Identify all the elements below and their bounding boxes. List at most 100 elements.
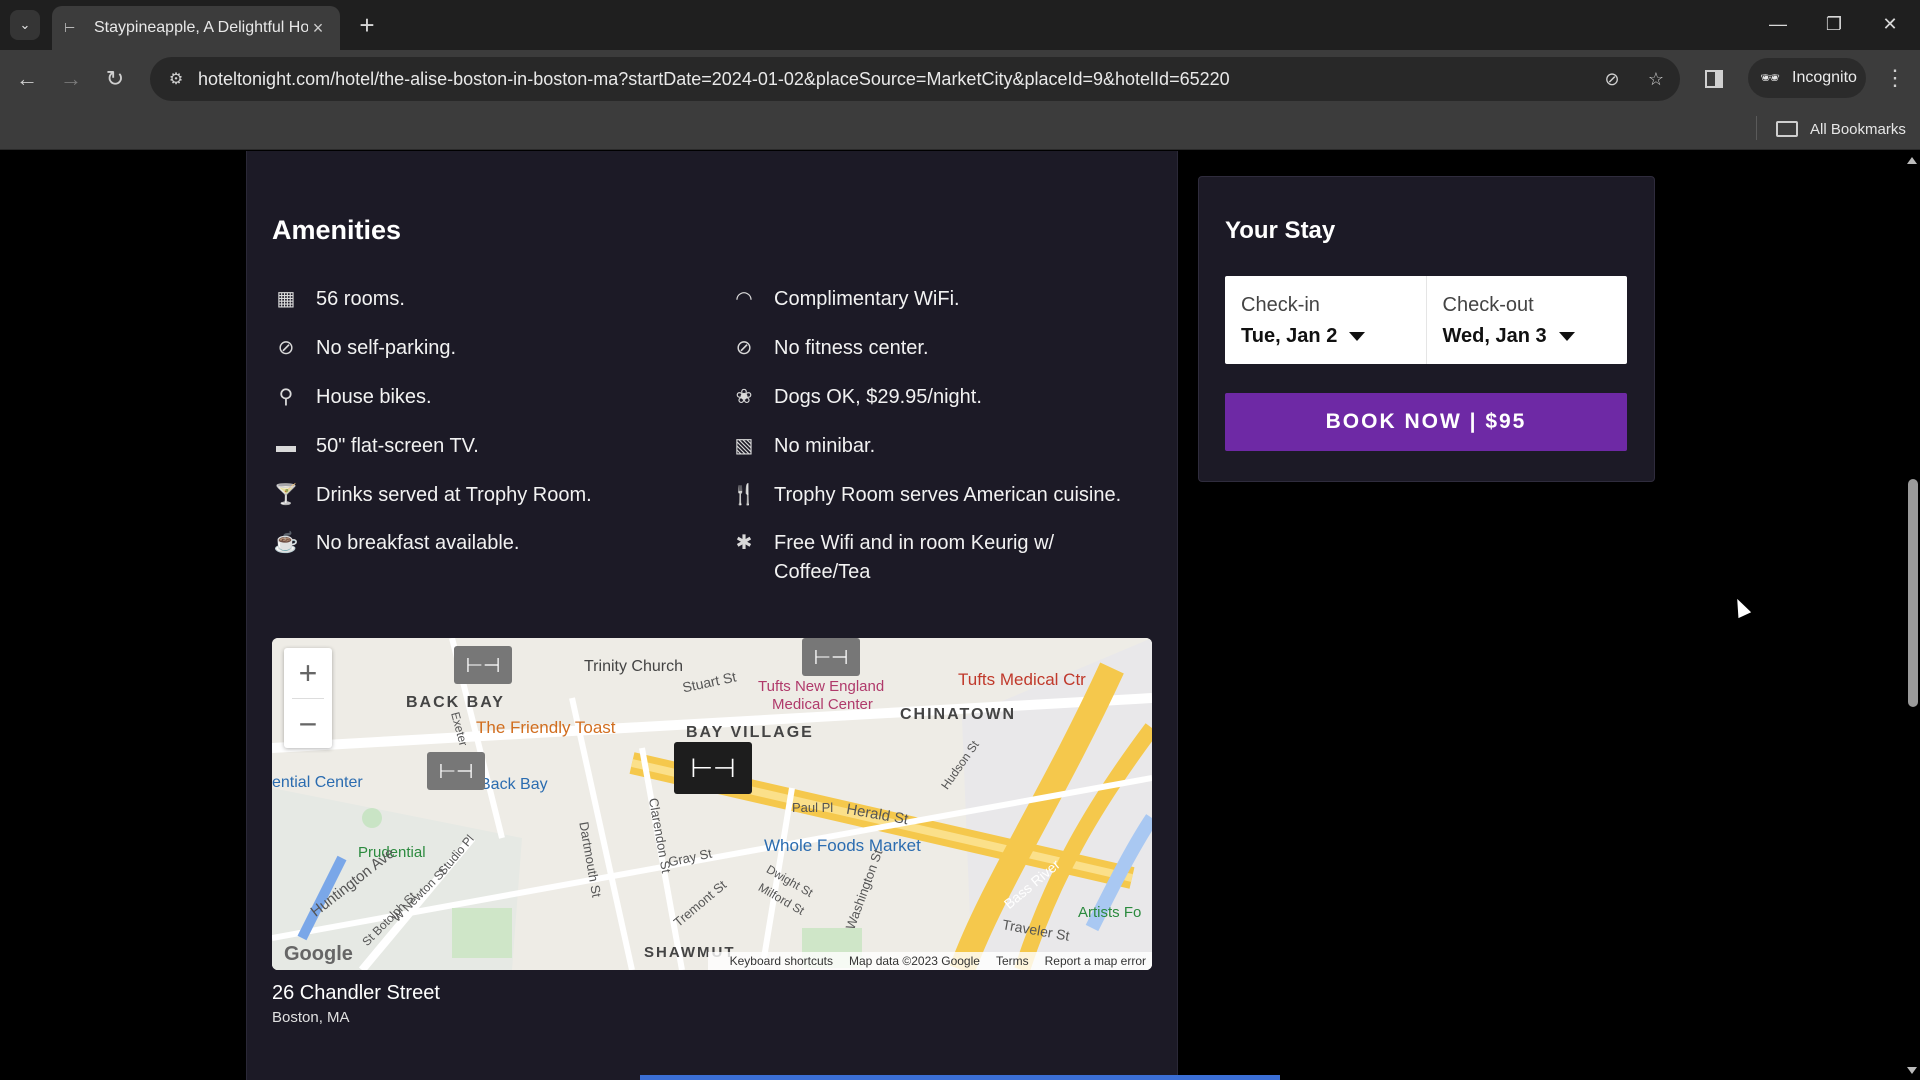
map-label: Artists Fo	[1078, 904, 1142, 921]
amenity-item: ⊘ No fitness center.	[730, 334, 929, 363]
bed-icon: ⊢⊣	[813, 646, 849, 669]
map-label: Medical Center	[772, 696, 873, 713]
terms-link[interactable]: Terms	[996, 954, 1029, 968]
caret-down-icon	[1558, 332, 1575, 341]
scroll-up-icon[interactable]	[1907, 157, 1917, 164]
hotel-pin[interactable]: ⊢⊣	[454, 646, 512, 684]
caret-down-icon	[1349, 332, 1366, 341]
amenity-item: ◠ Complimentary WiFi.	[730, 285, 959, 314]
bike-icon: ⚲	[278, 385, 294, 408]
amenity-item: ☕ No breakfast available.	[272, 529, 520, 558]
check-in-value: Tue, Jan 2	[1241, 325, 1338, 347]
incognito-label: Incognito	[1792, 69, 1857, 86]
close-window-icon[interactable]: ✕	[1864, 6, 1916, 42]
building-icon: ▦	[276, 287, 296, 310]
reload-icon: ↻	[105, 66, 125, 91]
no-parking-icon: ⊘	[277, 336, 295, 359]
your-stay-title: Your Stay	[1225, 217, 1336, 244]
amenity-item: ⚲ House bikes.	[272, 383, 432, 412]
selected-hotel-pin[interactable]: ⊢⊣	[674, 742, 752, 794]
no-breakfast-icon: ☕	[273, 531, 299, 554]
report-map-error-link[interactable]: Report a map error	[1045, 954, 1146, 968]
hotel-pin[interactable]: ⊢⊣	[802, 638, 860, 676]
scroll-down-icon[interactable]	[1907, 1067, 1917, 1074]
side-panel-icon[interactable]	[1697, 62, 1731, 96]
amenity-item: ✱ Free Wifi and in room Keurig w/ Coffee…	[730, 529, 1055, 587]
amenities-title: Amenities	[272, 215, 402, 245]
map-label: BACK BAY	[406, 694, 505, 711]
url-text[interactable]: hoteltonight.com/hotel/the-alise-boston-…	[198, 69, 1592, 90]
check-out-label: Check-out	[1442, 294, 1534, 316]
eye-off-icon[interactable]: ⊘	[1592, 59, 1632, 99]
browser-tab[interactable]: ⊢ Staypineapple, A Delightful Hot ×	[52, 6, 340, 50]
site-info-icon[interactable]: ⚙	[156, 59, 196, 99]
arrow-left-icon: ←	[16, 66, 38, 91]
amenity-item: ▦ 56 rooms.	[272, 285, 405, 314]
location-map[interactable]: + − Trinity Church BACK BAY Stuart St Tu…	[272, 638, 1152, 970]
map-label: ential Center	[272, 774, 363, 791]
close-tab-icon[interactable]: ×	[308, 18, 328, 38]
map-zoom-control: + −	[284, 648, 332, 748]
bookmarks-bar: All Bookmarks	[0, 108, 1920, 150]
address-bar[interactable]: ⚙ hoteltonight.com/hotel/the-alise-bosto…	[150, 57, 1680, 101]
divider	[1756, 116, 1757, 140]
map-footer: Keyboard shortcuts Map data ©2023 Google…	[707, 952, 1152, 970]
bed-icon: ⊢	[64, 20, 76, 35]
reload-button[interactable]: ↻	[98, 62, 132, 96]
check-in-selector[interactable]: Check-in Tue, Jan 2	[1225, 276, 1426, 364]
new-tab-button[interactable]: +	[352, 10, 382, 40]
tab-strip: ⌄ ⊢ Staypineapple, A Delightful Hot × + …	[0, 0, 1920, 50]
hotel-details-column: Amenities ▦ 56 rooms. ⊘ No self-parking.…	[246, 151, 1178, 1080]
tv-icon: ▬	[276, 434, 296, 457]
hotel-city: Boston, MA	[272, 1009, 350, 1026]
date-picker: Check-in Tue, Jan 2 Check-out Wed, Jan 3	[1225, 276, 1627, 364]
amenity-item: 🍴 Trophy Room serves American cuisine.	[730, 481, 1122, 510]
keyboard-shortcuts-link[interactable]: Keyboard shortcuts	[730, 954, 833, 968]
no-fitness-icon: ⊘	[735, 336, 753, 359]
utensils-icon: 🍴	[731, 483, 757, 506]
incognito-badge[interactable]: 🕶 Incognito	[1748, 58, 1866, 98]
all-bookmarks-label: All Bookmarks	[1810, 120, 1906, 138]
tab-title: Staypineapple, A Delightful Hot	[94, 19, 308, 36]
incognito-icon: 🕶	[1760, 70, 1781, 87]
map-label: Back Bay	[480, 776, 548, 793]
map-data-text: Map data ©2023 Google	[849, 954, 980, 968]
restore-icon[interactable]: ❐	[1808, 6, 1860, 42]
forward-button[interactable]: →	[54, 62, 88, 96]
bed-icon: ⊢⊣	[438, 760, 474, 783]
all-bookmarks-button[interactable]: All Bookmarks	[1776, 116, 1906, 142]
zoom-out-button[interactable]: −	[284, 699, 332, 749]
hotel-pin[interactable]: ⊢⊣	[427, 752, 485, 790]
page-scrollbar[interactable]	[1904, 151, 1920, 1080]
amenity-item: ▧ No minibar.	[730, 432, 876, 461]
tab-search-button[interactable]: ⌄	[10, 10, 40, 40]
map-label: Tufts Medical Ctr	[958, 670, 1086, 689]
no-minibar-icon: ▧	[734, 434, 754, 457]
check-out-selector[interactable]: Check-out Wed, Jan 3	[1425, 276, 1628, 364]
browser-toolbar: ← → ↻ ⚙ hoteltonight.com/hotel/the-alise…	[0, 50, 1920, 108]
check-in-label: Check-in	[1241, 294, 1320, 316]
drinks-icon: 🍸	[273, 483, 299, 506]
arrow-right-icon: →	[60, 66, 82, 91]
back-button[interactable]: ←	[10, 62, 44, 96]
wifi-icon: ◠	[735, 287, 753, 310]
your-stay-card: Your Stay Check-in Tue, Jan 2 Check-out …	[1198, 176, 1655, 482]
map-label: Tufts New England	[758, 678, 885, 695]
amenity-text-line1: Free Wifi and in room Keurig w/	[774, 532, 1055, 554]
map-label: Whole Foods Market	[764, 836, 921, 855]
amenity-item: ⊘ No self-parking.	[272, 334, 456, 363]
map-label: Paul Pl	[792, 800, 834, 815]
book-now-button[interactable]: BOOK NOW | $95	[1225, 393, 1627, 451]
chevron-down-icon: ⌄	[19, 17, 31, 32]
menu-icon[interactable]: ⋮	[1880, 60, 1910, 96]
map-label: The Friendly Toast	[476, 718, 616, 737]
bed-icon: ⊢⊣	[465, 654, 501, 677]
star-icon[interactable]: ☆	[1636, 59, 1676, 99]
minimize-icon[interactable]: —	[1752, 6, 1804, 42]
bed-icon: ⊢⊣	[690, 752, 736, 783]
scrollbar-thumb[interactable]	[1908, 479, 1918, 707]
amenity-text-line2: Coffee/Tea	[774, 561, 871, 583]
zoom-in-button[interactable]: +	[284, 648, 332, 698]
amenity-item: ▬ 50" flat-screen TV.	[272, 432, 479, 461]
amenity-item: ❀ Dogs OK, $29.95/night.	[730, 383, 982, 412]
